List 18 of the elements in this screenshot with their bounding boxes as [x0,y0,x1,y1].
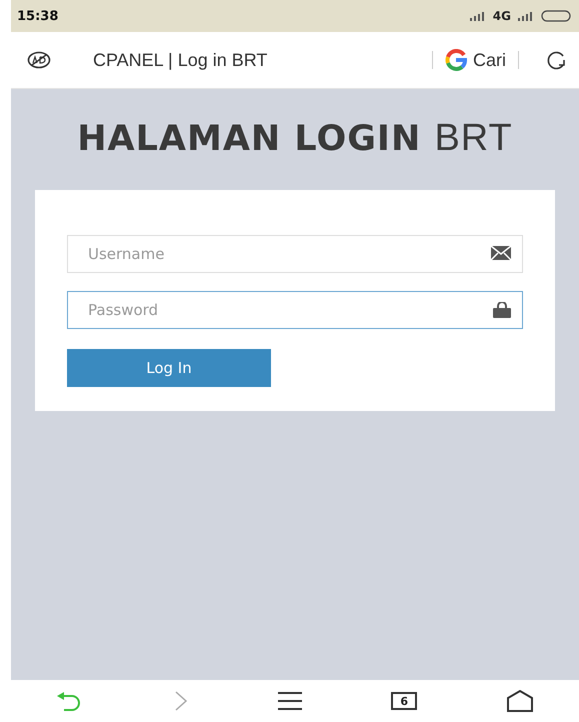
reload-icon[interactable] [545,50,567,70]
envelope-icon [491,246,511,260]
page-title[interactable]: CPANEL | Log in BRT [93,50,420,70]
login-button[interactable]: Log In [67,349,271,387]
signal-icon [517,11,535,21]
tab-count[interactable]: 6 [391,692,418,710]
page-heading: HALAMAN LOGIN BRT [77,117,513,160]
search-label[interactable]: Cari [472,50,506,70]
ad-block-icon[interactable] [27,51,51,69]
battery-icon [541,10,571,22]
input-field[interactable]: Password [67,291,523,329]
network-type: 4G [492,9,511,23]
google-logo-icon [444,49,467,71]
menu-icon[interactable] [278,691,302,711]
lock-icon [493,302,511,318]
home-icon[interactable] [506,690,534,712]
status-time: 15:38 [17,8,58,24]
signal-icon [468,11,487,21]
